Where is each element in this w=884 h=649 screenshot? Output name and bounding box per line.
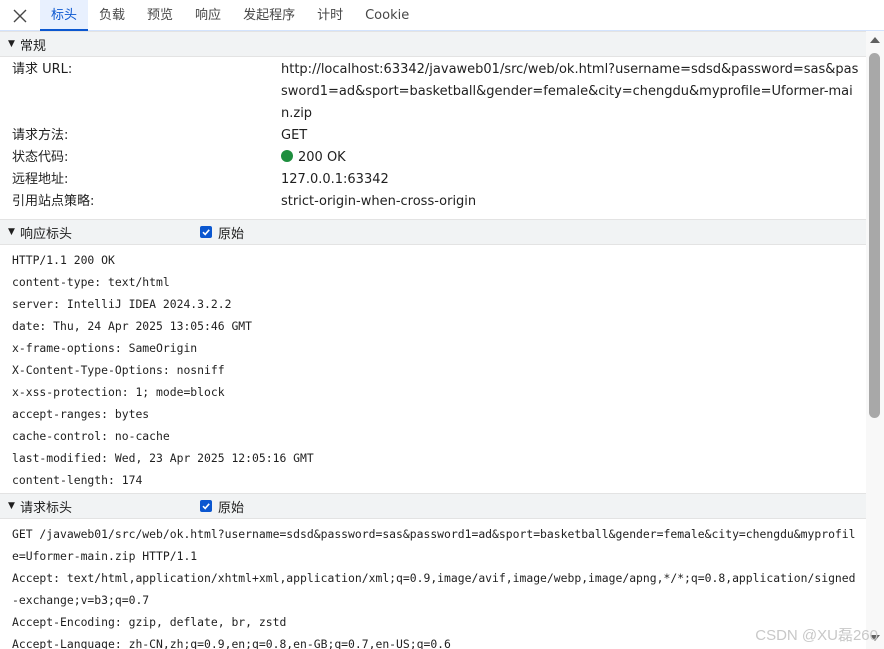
collapse-triangle-icon: ▼ (8, 227, 15, 237)
general-section: 请求 URL: http://localhost:63342/javaweb01… (0, 57, 866, 219)
status-code-value: 200 OK (298, 150, 346, 165)
response-header-line: server: IntelliJ IDEA 2024.3.2.2 (12, 297, 232, 311)
response-header-line: date: Thu, 24 Apr 2025 13:05:46 GMT (12, 319, 253, 333)
tab-headers[interactable]: 标头 (40, 0, 89, 31)
section-general-title: 常规 (20, 38, 47, 54)
remote-address-value: 127.0.0.1:63342 (281, 172, 389, 187)
general-row-status-code: 状态代码: 200 OK (0, 147, 866, 169)
headers-panel: ▼ 常规 请求 URL: http://localhost:63342/java… (0, 31, 866, 649)
response-header-line: HTTP/1.1 200 OK (12, 253, 115, 267)
tab-initiator[interactable]: 发起程序 (232, 0, 306, 30)
response-header-line: last-modified: Wed, 23 Apr 2025 12:05:16… (12, 451, 314, 465)
response-header-line: x-xss-protection: 1; mode=block (12, 385, 225, 399)
checkmark-icon (202, 503, 210, 510)
tab-cookies[interactable]: Cookie (354, 0, 420, 30)
row-key: 请求方法: (12, 128, 69, 143)
general-row-remote-address: 远程地址: 127.0.0.1:63342 (0, 169, 866, 191)
general-row-referrer-policy: 引用站点策略: strict-origin-when-cross-origin (0, 191, 866, 213)
close-icon (13, 9, 27, 22)
section-response-headers-title: 响应标头 (20, 226, 73, 242)
response-header-line: accept-ranges: bytes (12, 407, 150, 421)
row-key: 远程地址: (12, 172, 69, 187)
section-response-headers-header[interactable]: ▼ 响应标头 原始 (0, 219, 866, 245)
response-header-line: x-frame-options: SameOrigin (12, 341, 198, 355)
watermark: CSDN @XU磊260 (755, 627, 878, 644)
tab-response[interactable]: 响应 (184, 0, 232, 30)
scroll-up-arrow-icon[interactable] (870, 37, 880, 43)
checkmark-icon (202, 229, 210, 236)
request-url-value: http://localhost:63342/javaweb01/src/web… (281, 62, 859, 121)
status-code-cell: 200 OK (281, 147, 866, 169)
response-headers-raw: HTTP/1.1 200 OK content-type: text/html … (0, 245, 866, 493)
request-header-line: Accept-Language: zh-CN,zh;q=0.9,en;q=0.8… (12, 637, 451, 649)
raw-label: 原始 (218, 226, 245, 242)
referrer-policy-value: strict-origin-when-cross-origin (281, 194, 477, 209)
response-header-line: content-length: 174 (12, 473, 143, 487)
vertical-scrollbar[interactable] (866, 31, 884, 649)
tab-payload[interactable]: 负载 (88, 0, 136, 30)
raw-checkbox[interactable] (200, 500, 212, 512)
raw-toggle-request[interactable]: 原始 (200, 497, 244, 516)
scrollbar-thumb[interactable] (869, 53, 880, 418)
section-general-header[interactable]: ▼ 常规 (0, 31, 866, 57)
general-row-request-method: 请求方法: GET (0, 125, 866, 147)
close-panel-button[interactable] (0, 0, 40, 31)
section-request-headers-title: 请求标头 (20, 500, 73, 516)
request-header-line: GET /javaweb01/src/web/ok.html?username=… (12, 527, 856, 563)
tab-preview[interactable]: 预览 (136, 0, 184, 30)
raw-label: 原始 (218, 500, 245, 516)
section-request-headers-header[interactable]: ▼ 请求标头 原始 (0, 493, 866, 519)
request-header-line: Accept-Encoding: gzip, deflate, br, zstd (12, 615, 287, 629)
row-key: 引用站点策略: (12, 194, 95, 209)
tab-timing[interactable]: 计时 (306, 0, 354, 30)
collapse-triangle-icon: ▼ (8, 39, 15, 49)
request-headers-raw: GET /javaweb01/src/web/ok.html?username=… (0, 519, 866, 649)
response-header-line: X-Content-Type-Options: nosniff (12, 363, 225, 377)
devtools-tab-bar: 标头 负载 预览 响应 发起程序 计时 Cookie (0, 0, 884, 31)
raw-toggle-response[interactable]: 原始 (200, 223, 244, 242)
collapse-triangle-icon: ▼ (8, 501, 15, 511)
row-key: 状态代码: (12, 150, 69, 165)
general-row-request-url: 请求 URL: http://localhost:63342/javaweb01… (0, 59, 866, 125)
request-method-value: GET (281, 128, 308, 143)
response-header-line: content-type: text/html (12, 275, 170, 289)
row-key: 请求 URL: (12, 62, 73, 77)
response-header-line: cache-control: no-cache (12, 429, 170, 443)
request-header-line: Accept: text/html,application/xhtml+xml,… (12, 571, 856, 607)
status-ok-icon (281, 150, 293, 162)
raw-checkbox[interactable] (200, 226, 212, 238)
